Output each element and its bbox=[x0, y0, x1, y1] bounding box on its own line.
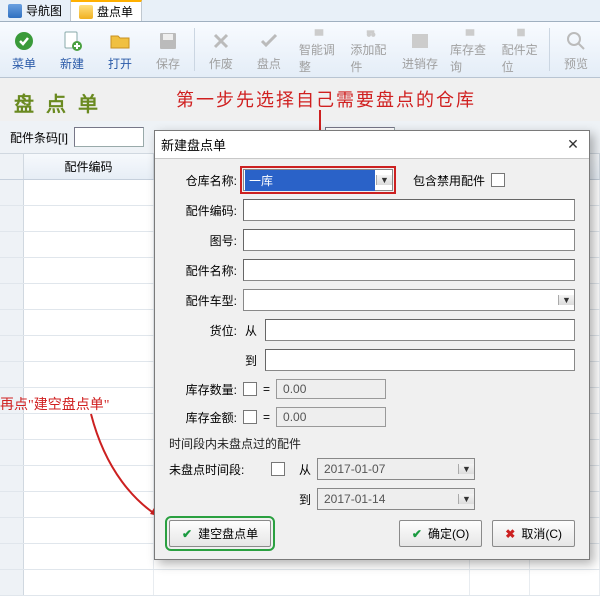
from-label: 从 bbox=[291, 461, 311, 478]
modal-overlay: 新建盘点单 ✕ 仓库名称: 一库 ▼ 包含禁用配件 配件编码: 图号: 配件名称… bbox=[0, 0, 600, 606]
chevron-down-icon: ▼ bbox=[558, 295, 574, 305]
close-button[interactable]: ✕ bbox=[563, 136, 583, 154]
date-from-picker[interactable]: 2017-01-07▼ bbox=[317, 458, 475, 480]
part-code-label: 配件编码: bbox=[169, 202, 237, 219]
eq-label: = bbox=[263, 410, 270, 424]
drawing-input[interactable] bbox=[243, 229, 575, 251]
part-model-select[interactable]: ▼ bbox=[243, 289, 575, 311]
dialog-titlebar[interactable]: 新建盘点单 ✕ bbox=[155, 131, 589, 159]
period-checkbox[interactable] bbox=[271, 462, 285, 476]
bin-from-input[interactable] bbox=[265, 319, 575, 341]
period-section-label: 时间段内未盘点过的配件 bbox=[169, 435, 575, 452]
ok-button[interactable]: ✔ 确定(O) bbox=[399, 520, 482, 547]
to-label: 到 bbox=[243, 352, 259, 369]
part-name-label: 配件名称: bbox=[169, 262, 237, 279]
part-name-input[interactable] bbox=[243, 259, 575, 281]
amt-value: 0.00 bbox=[276, 407, 386, 427]
include-disabled-checkbox[interactable] bbox=[491, 173, 505, 187]
bin-to-input[interactable] bbox=[265, 349, 575, 371]
qty-value: 0.00 bbox=[276, 379, 386, 399]
cancel-button[interactable]: ✖ 取消(C) bbox=[492, 520, 575, 547]
dialog-title: 新建盘点单 bbox=[161, 135, 226, 154]
drawing-label: 图号: bbox=[169, 232, 237, 249]
qty-label: 库存数量: bbox=[169, 381, 237, 398]
date-to-picker[interactable]: 2017-01-14▼ bbox=[317, 488, 475, 510]
cancel-icon: ✖ bbox=[505, 527, 515, 541]
qty-checkbox[interactable] bbox=[243, 382, 257, 396]
chevron-down-icon: ▼ bbox=[458, 464, 474, 474]
from-label: 从 bbox=[243, 322, 259, 339]
part-model-label: 配件车型: bbox=[169, 292, 237, 309]
warehouse-name-label: 仓库名称: bbox=[169, 172, 237, 189]
build-empty-button[interactable]: ✔ 建空盘点单 bbox=[169, 520, 271, 547]
chevron-down-icon: ▼ bbox=[458, 494, 474, 504]
new-stocktake-dialog: 新建盘点单 ✕ 仓库名称: 一库 ▼ 包含禁用配件 配件编码: 图号: 配件名称… bbox=[154, 130, 590, 560]
bin-label: 货位: bbox=[169, 322, 237, 339]
eq-label: = bbox=[263, 382, 270, 396]
warehouse-select-value: 一库 bbox=[245, 170, 375, 191]
include-disabled-label: 包含禁用配件 bbox=[413, 172, 485, 189]
warehouse-select[interactable]: 一库 ▼ bbox=[243, 169, 393, 191]
period-label: 未盘点时间段: bbox=[169, 461, 265, 478]
check-icon: ✔ bbox=[182, 527, 192, 541]
part-code-input[interactable] bbox=[243, 199, 575, 221]
check-icon: ✔ bbox=[412, 527, 422, 541]
chevron-down-icon: ▼ bbox=[376, 175, 392, 185]
amt-label: 库存金额: bbox=[169, 409, 237, 426]
to-label: 到 bbox=[291, 491, 311, 508]
amt-checkbox[interactable] bbox=[243, 410, 257, 424]
